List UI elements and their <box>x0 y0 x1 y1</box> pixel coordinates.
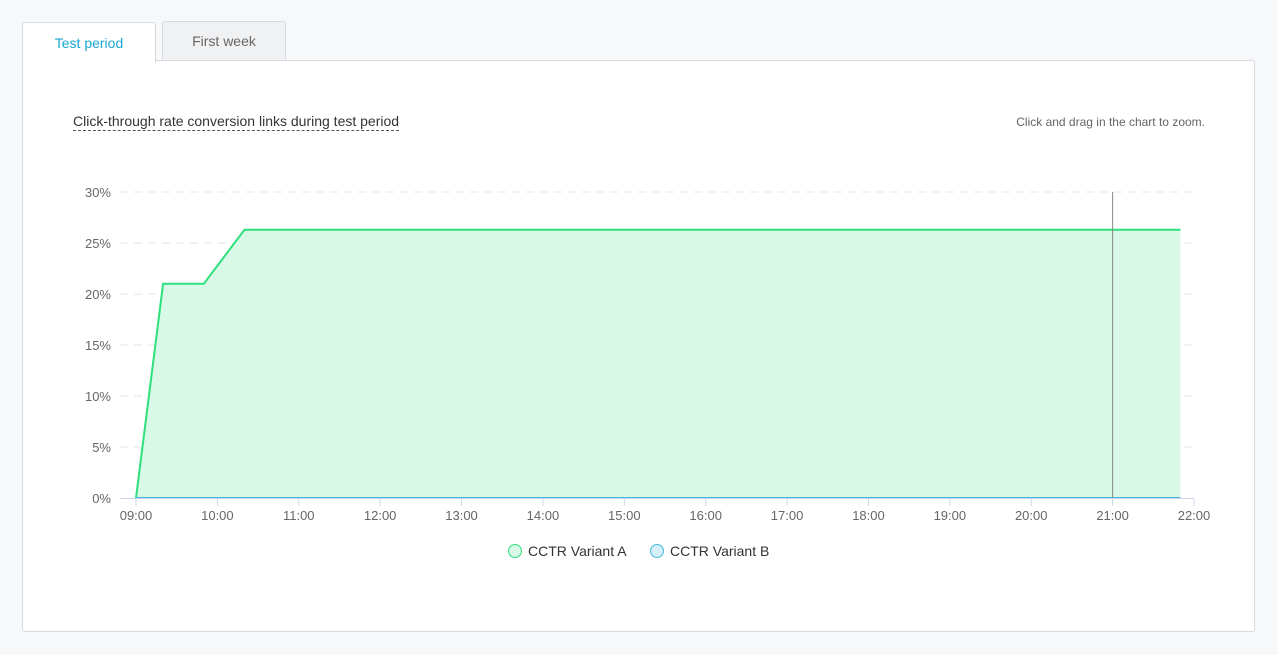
tab-test-period[interactable]: Test period <box>22 22 156 63</box>
y-tick-label: 20% <box>85 287 111 302</box>
x-tick-label: 21:00 <box>1096 508 1129 523</box>
legend-item-label: CCTR Variant A <box>528 543 627 559</box>
chart-canvas[interactable]: 0% 5% 10% 15% 20% 25% 30% 09:00 10:00 11:00 12:00 1… <box>0 0 1278 655</box>
x-tick-label: 13:00 <box>445 508 478 523</box>
series-areas <box>136 229 1181 498</box>
x-tick-label: 16:00 <box>689 508 722 523</box>
y-tick-label: 30% <box>85 185 111 200</box>
y-tick-label: 0% <box>92 491 111 506</box>
x-tick-label: 10:00 <box>201 508 234 523</box>
y-tick-label: 15% <box>85 338 111 353</box>
legend-item-label: CCTR Variant B <box>670 543 769 559</box>
x-tick-label: 09:00 <box>120 508 153 523</box>
x-tick-label: 12:00 <box>364 508 397 523</box>
x-tick-label: 22:00 <box>1178 508 1211 523</box>
x-tick-label: 19:00 <box>934 508 967 523</box>
x-tick-label: 20:00 <box>1015 508 1048 523</box>
y-tick-label: 25% <box>85 236 111 251</box>
x-tick-label: 14:00 <box>527 508 560 523</box>
x-tick-label: 17:00 <box>771 508 804 523</box>
x-tick-label: 11:00 <box>283 508 315 523</box>
y-tick-label: 10% <box>85 389 111 404</box>
series-area <box>136 229 1181 498</box>
x-tick-label: 18:00 <box>852 508 885 523</box>
y-tick-label: 5% <box>92 440 111 455</box>
legend: CCTR Variant A CCTR Variant B <box>508 543 769 559</box>
legend-marker-icon <box>650 544 664 558</box>
legend-marker-icon <box>508 544 522 558</box>
x-tick-label: 15:00 <box>608 508 641 523</box>
